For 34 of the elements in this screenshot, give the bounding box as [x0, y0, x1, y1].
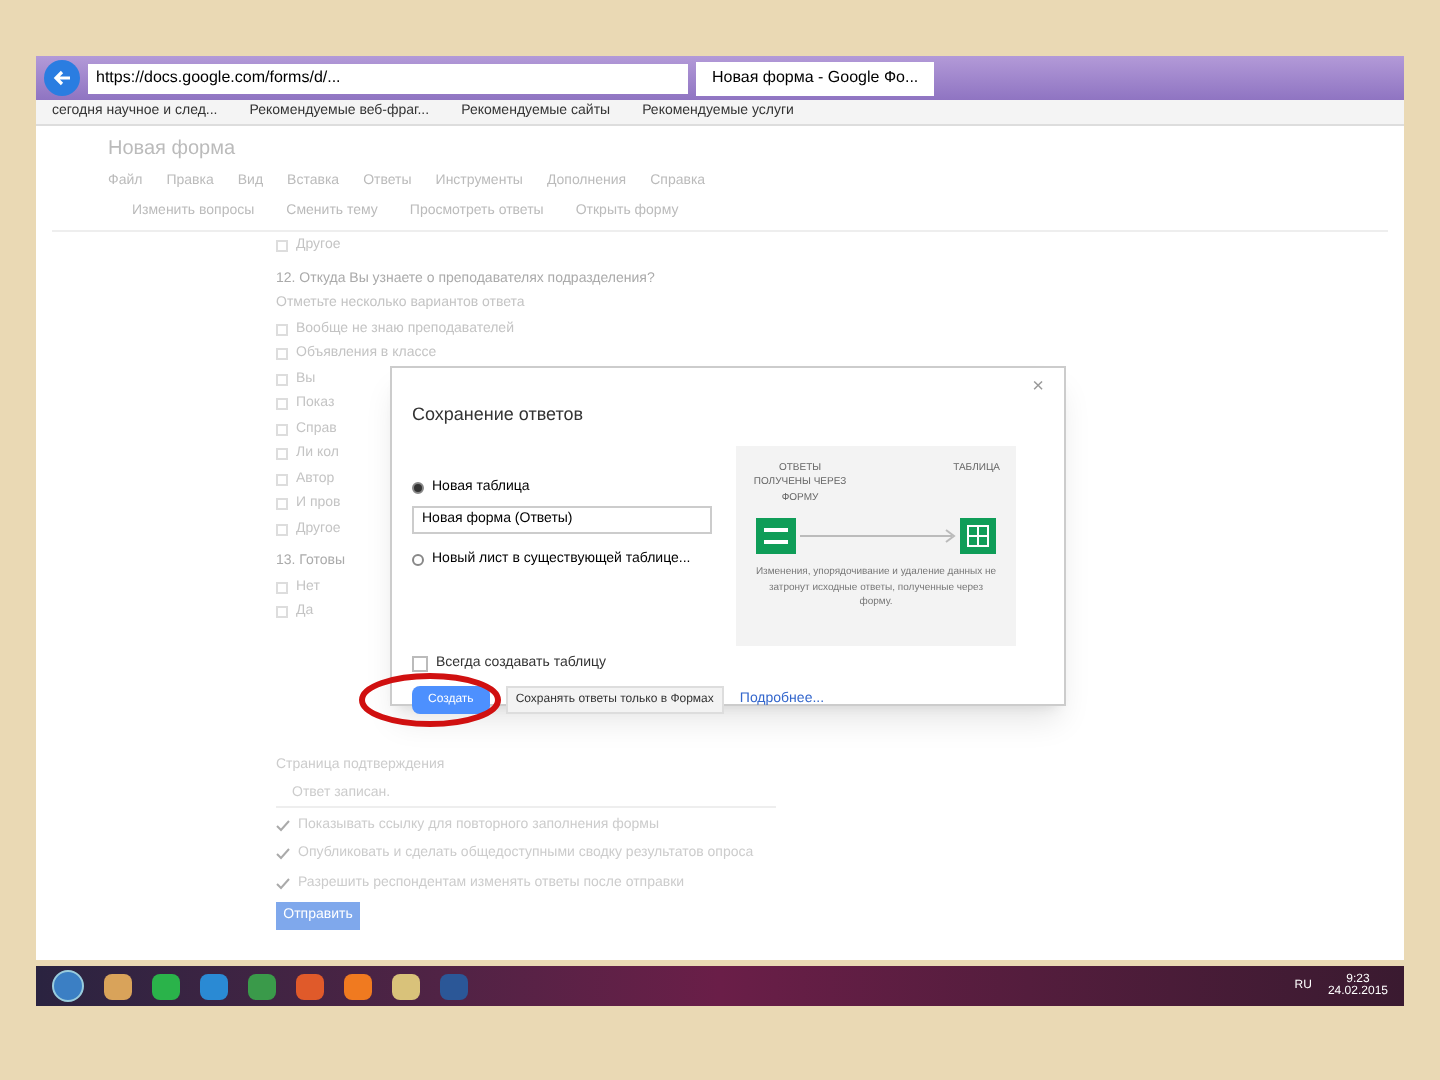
checkbox[interactable]	[276, 240, 288, 253]
checkbox[interactable]	[412, 655, 428, 672]
start-orb-icon[interactable]	[52, 970, 84, 1002]
taskbar-app-icon[interactable]	[344, 973, 372, 999]
checkbox[interactable]	[276, 448, 288, 461]
checkbox[interactable]	[276, 398, 288, 411]
checkbox[interactable]	[276, 348, 288, 361]
back-button[interactable]	[44, 60, 80, 96]
checkbox[interactable]	[276, 323, 288, 336]
form-title: Новая форма	[106, 136, 238, 164]
checkbox[interactable]	[276, 606, 288, 619]
taskbar-app-icon[interactable]	[248, 973, 276, 999]
checkbox[interactable]	[276, 523, 288, 536]
radio-button[interactable]	[412, 554, 424, 567]
checkbox[interactable]	[276, 498, 288, 511]
browser-tab[interactable]: Новая форма - Google Фо...	[696, 61, 935, 95]
taskbar-app-icon[interactable]	[152, 973, 180, 999]
taskbar-app-icon[interactable]	[392, 973, 420, 999]
taskbar-app-icon[interactable]	[104, 973, 132, 999]
check-icon[interactable]	[276, 877, 290, 890]
highlight-ellipse	[358, 672, 502, 728]
dialog-title: Сохранение ответов	[412, 402, 586, 428]
back-arrow-icon	[52, 68, 72, 88]
checkbox[interactable]	[276, 581, 288, 594]
check-icon[interactable]	[276, 819, 290, 832]
checkbox[interactable]	[276, 473, 288, 486]
check-icon[interactable]	[276, 848, 290, 861]
taskbar-app-icon[interactable]	[296, 973, 324, 999]
checkbox[interactable]	[276, 373, 288, 386]
taskbar-app-icon[interactable]	[200, 973, 228, 999]
address-bar[interactable]: https://docs.google.com/forms/d/...	[88, 63, 688, 93]
close-button[interactable]: ×	[1032, 372, 1044, 402]
checkbox[interactable]	[276, 423, 288, 436]
radio-button[interactable]	[412, 481, 424, 494]
